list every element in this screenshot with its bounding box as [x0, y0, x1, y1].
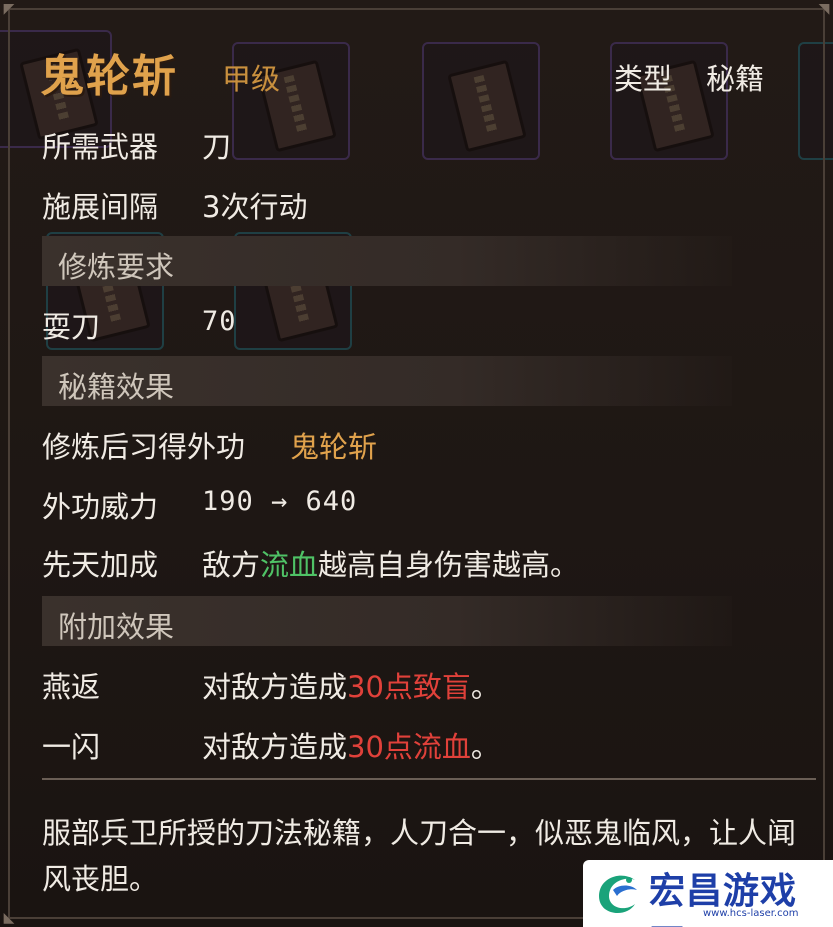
site-watermark: 宏昌游戏网 www.hcs-laser.com	[583, 860, 833, 927]
requirement-skill-label: 耍刀	[42, 310, 101, 344]
innate-bonus-keyword: 流血	[260, 548, 319, 582]
corner-ornament-icon: ◥	[818, 1, 830, 17]
effects-section-title: 秘籍效果	[58, 370, 175, 404]
extra-effect-label: 燕返	[42, 670, 101, 704]
item-type-value: 秘籍	[706, 62, 765, 96]
skill-power-value: 190 → 640	[202, 486, 358, 517]
corner-ornament-icon: ◣	[3, 910, 15, 926]
extra-effect-highlight: 30点致盲	[347, 670, 471, 704]
cast-interval-value: 3次行动	[202, 190, 308, 224]
required-weapon-value: 刀	[202, 130, 232, 164]
item-name: 鬼轮斩	[40, 51, 178, 102]
extra-effect-label: 一闪	[42, 730, 101, 764]
extra-effect-suffix: 。	[470, 670, 500, 704]
watermark-logo-icon	[599, 875, 637, 914]
extra-effect-suffix: 。	[470, 730, 500, 764]
extra-effect-highlight: 30点流血	[347, 730, 471, 764]
item-tooltip-panel: ◤ ◥ ◣ 鬼轮斩 甲级 类型 秘籍 所需武器 刀 施展间隔 3次行动 修炼要求…	[0, 0, 833, 927]
effects-section-header: 秘籍效果	[42, 356, 732, 406]
extra-effects-section-header: 附加效果	[42, 596, 732, 646]
item-grade: 甲级	[222, 62, 281, 96]
required-weapon-label: 所需武器	[42, 130, 159, 164]
cast-interval-label: 施展间隔	[42, 190, 159, 224]
innate-bonus-text: 敌方流血越高自身伤害越高。	[202, 542, 579, 584]
learned-skill-value: 鬼轮斩	[290, 430, 378, 464]
corner-ornament-icon: ◤	[3, 1, 15, 17]
requirement-section-header: 修炼要求	[42, 236, 732, 286]
bg-inventory-slot	[798, 42, 833, 160]
extra-effect-text: 对敌方造成30点致盲。	[202, 664, 500, 706]
innate-bonus-suffix: 越高自身伤害越高。	[318, 548, 580, 582]
watermark-url: www.hcs-laser.com	[703, 908, 799, 919]
bg-inventory-slot	[422, 42, 540, 160]
description-divider	[42, 778, 816, 780]
skill-power-label: 外功威力	[42, 490, 159, 524]
innate-bonus-prefix: 敌方	[202, 548, 261, 582]
learned-skill-label: 修炼后习得外功	[42, 430, 246, 464]
item-type-label: 类型	[614, 62, 673, 96]
extra-effect-prefix: 对敌方造成	[202, 730, 348, 764]
extra-effect-text: 对敌方造成30点流血。	[202, 724, 500, 766]
extra-effects-section-title: 附加效果	[58, 610, 175, 644]
requirement-section-title: 修炼要求	[58, 250, 175, 284]
requirement-skill-value: 70	[202, 306, 237, 337]
book-icon	[447, 59, 527, 153]
extra-effect-prefix: 对敌方造成	[202, 670, 348, 704]
innate-bonus-label: 先天加成	[42, 548, 159, 582]
